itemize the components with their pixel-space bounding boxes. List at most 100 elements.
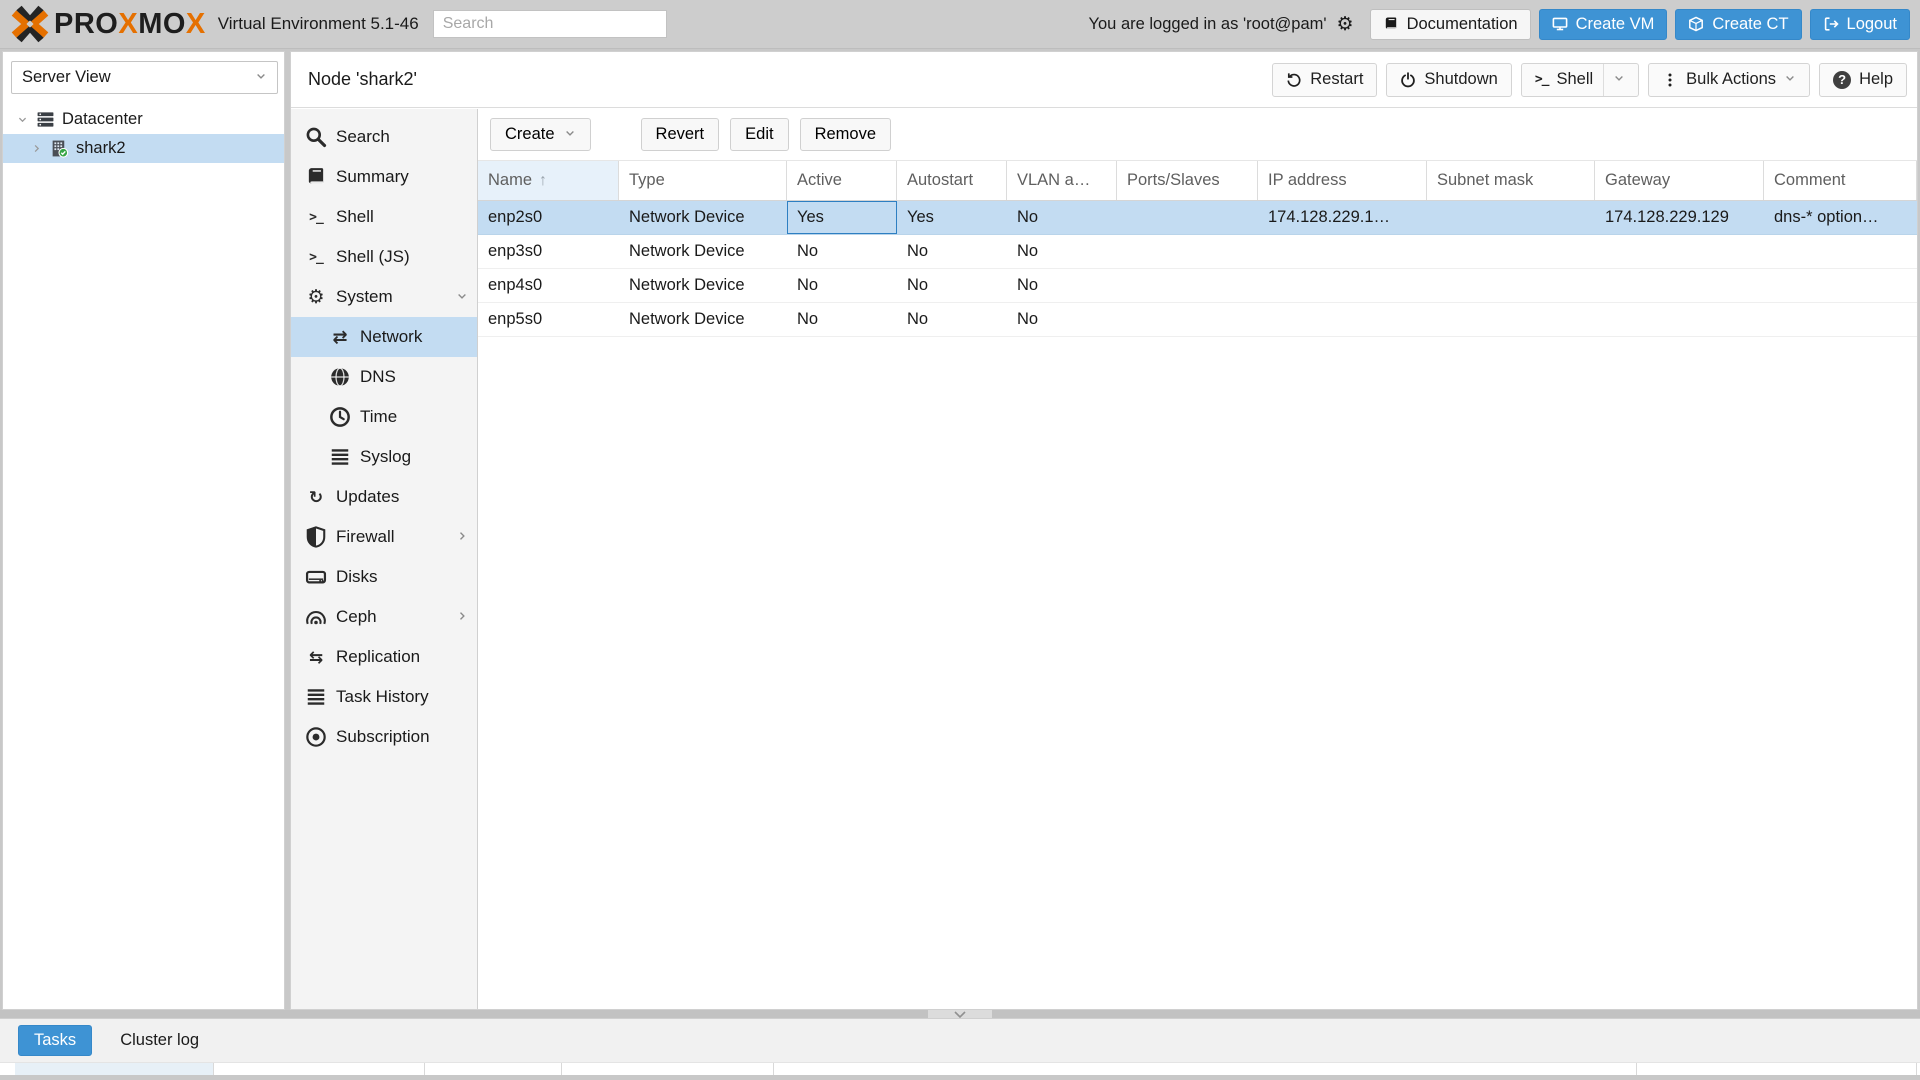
log-panel-collapse-handle[interactable] <box>928 1010 992 1018</box>
cell-enp2s0-type[interactable]: Network Device <box>619 201 787 234</box>
column-header-name[interactable]: Name ↑ <box>478 161 619 200</box>
cell-enp5s0-autostart[interactable]: No <box>897 303 1007 336</box>
documentation-label: Documentation <box>1406 14 1518 33</box>
cell-enp3s0-autostart[interactable]: No <box>897 235 1007 268</box>
create-ct-button[interactable]: Create CT <box>1675 8 1802 40</box>
cell-enp5s0-ip[interactable] <box>1258 303 1427 336</box>
cell-enp5s0-gateway[interactable] <box>1595 303 1764 336</box>
cell-enp2s0-vlan[interactable]: No <box>1007 201 1117 234</box>
column-header-comment[interactable]: Comment <box>1764 161 1917 200</box>
menu-item-disks[interactable]: Disks <box>291 557 477 597</box>
menu-item-task-history[interactable]: Task History <box>291 677 477 717</box>
menu-item-network[interactable]: ⇄ Network <box>291 317 477 357</box>
cell-enp2s0-name[interactable]: enp2s0 <box>478 201 619 234</box>
cell-enp3s0-vlan[interactable]: No <box>1007 235 1117 268</box>
cell-enp2s0-ip[interactable]: 174.128.229.1… <box>1258 201 1427 234</box>
cell-enp4s0-vlan[interactable]: No <box>1007 269 1117 302</box>
cell-enp5s0-active[interactable]: No <box>787 303 897 336</box>
logout-button[interactable]: Logout <box>1809 8 1910 40</box>
tasks-strip-cell <box>425 1063 562 1075</box>
settings-gear-icon[interactable]: ⚙ <box>1337 15 1354 34</box>
node-icon <box>50 139 69 158</box>
cell-enp5s0-type[interactable]: Network Device <box>619 303 787 336</box>
cell-enp3s0-name[interactable]: enp3s0 <box>478 235 619 268</box>
cell-enp3s0-ports[interactable] <box>1117 235 1258 268</box>
menu-item-system[interactable]: ⚙ System <box>291 277 477 317</box>
cell-enp4s0-name[interactable]: enp4s0 <box>478 269 619 302</box>
bulk-actions-button[interactable]: Bulk Actions <box>1648 62 1811 97</box>
create-vm-button[interactable]: Create VM <box>1538 8 1668 40</box>
cell-enp5s0-subnet[interactable] <box>1427 303 1595 336</box>
menu-item-subscription[interactable]: Subscription <box>291 717 477 757</box>
column-header-ip[interactable]: IP address <box>1258 161 1427 200</box>
edit-button[interactable]: Edit <box>730 118 789 151</box>
column-header-subnet[interactable]: Subnet mask <box>1427 161 1595 200</box>
help-button[interactable]: ? Help <box>1819 62 1907 97</box>
menu-item-shell-js[interactable]: >_ Shell (JS) <box>291 237 477 277</box>
column-header-autostart[interactable]: Autostart <box>897 161 1007 200</box>
cell-enp5s0-ports[interactable] <box>1117 303 1258 336</box>
chevron-right-icon[interactable] <box>29 143 43 154</box>
cell-enp2s0-autostart[interactable]: Yes <box>897 201 1007 234</box>
cell-enp3s0-gateway[interactable] <box>1595 235 1764 268</box>
create-button[interactable]: Create <box>490 118 591 151</box>
menu-item-ceph[interactable]: Ceph <box>291 597 477 637</box>
table-row-enp4s0[interactable]: enp4s0 Network Device No No No <box>478 269 1917 303</box>
tree-item-shark2[interactable]: shark2 <box>3 134 284 163</box>
header-search-input[interactable] <box>432 10 667 38</box>
column-header-gateway[interactable]: Gateway <box>1595 161 1764 200</box>
column-header-vlan[interactable]: VLAN a… <box>1007 161 1117 200</box>
menu-item-shell[interactable]: >_ Shell <box>291 197 477 237</box>
cell-enp5s0-name[interactable]: enp5s0 <box>478 303 619 336</box>
cell-enp4s0-subnet[interactable] <box>1427 269 1595 302</box>
cell-enp2s0-active[interactable]: Yes <box>787 201 897 234</box>
cell-enp3s0-subnet[interactable] <box>1427 235 1595 268</box>
cell-enp3s0-active[interactable]: No <box>787 235 897 268</box>
chevron-down-icon[interactable] <box>1613 70 1625 89</box>
shell-button[interactable]: >_ Shell <box>1520 62 1640 97</box>
column-header-ports[interactable]: Ports/Slaves <box>1117 161 1258 200</box>
table-row-enp3s0[interactable]: enp3s0 Network Device No No No <box>478 235 1917 269</box>
cell-enp2s0-subnet[interactable] <box>1427 201 1595 234</box>
menu-item-firewall[interactable]: Firewall <box>291 517 477 557</box>
menu-item-search[interactable]: Search <box>291 117 477 157</box>
cell-enp4s0-comment[interactable] <box>1764 269 1917 302</box>
cell-enp4s0-ip[interactable] <box>1258 269 1427 302</box>
remove-button[interactable]: Remove <box>799 118 892 151</box>
cell-enp2s0-gateway[interactable]: 174.128.229.129 <box>1595 201 1764 234</box>
menu-item-dns[interactable]: DNS <box>291 357 477 397</box>
tree-item-datacenter[interactable]: Datacenter <box>3 105 284 134</box>
menu-item-updates[interactable]: ↻ Updates <box>291 477 477 517</box>
menu-item-summary[interactable]: Summary <box>291 157 477 197</box>
table-row-enp5s0[interactable]: enp5s0 Network Device No No No <box>478 303 1917 337</box>
restart-button[interactable]: Restart <box>1272 62 1378 97</box>
menu-item-syslog[interactable]: Syslog <box>291 437 477 477</box>
cell-enp4s0-type[interactable]: Network Device <box>619 269 787 302</box>
cell-enp3s0-type[interactable]: Network Device <box>619 235 787 268</box>
list-icon <box>329 446 351 468</box>
cell-enp5s0-comment[interactable] <box>1764 303 1917 336</box>
cell-enp3s0-ip[interactable] <box>1258 235 1427 268</box>
cell-enp4s0-active[interactable]: No <box>787 269 897 302</box>
table-row-enp2s0[interactable]: enp2s0 Network Device Yes Yes No 174.128.229.… <box>478 201 1917 235</box>
column-header-active[interactable]: Active <box>787 161 897 200</box>
column-header-type[interactable]: Type <box>619 161 787 200</box>
cell-enp3s0-comment[interactable] <box>1764 235 1917 268</box>
node-header: Node 'shark2' Restart Shutdown >_ Shell … <box>291 52 1917 108</box>
menu-item-replication[interactable]: ⇆ Replication <box>291 637 477 677</box>
cell-enp2s0-comment[interactable]: dns-* option… <box>1764 201 1917 234</box>
menu-item-time[interactable]: Time <box>291 397 477 437</box>
cell-enp2s0-ports[interactable] <box>1117 201 1258 234</box>
cluster-log-tab[interactable]: Cluster log <box>120 1031 199 1050</box>
cell-enp4s0-gateway[interactable] <box>1595 269 1764 302</box>
tasks-strip-cell <box>1637 1063 1917 1075</box>
cell-enp4s0-ports[interactable] <box>1117 269 1258 302</box>
cell-enp5s0-vlan[interactable]: No <box>1007 303 1117 336</box>
documentation-button[interactable]: Documentation <box>1369 8 1531 40</box>
tasks-tab-button[interactable]: Tasks <box>18 1025 93 1056</box>
chevron-down-icon[interactable] <box>15 114 29 125</box>
revert-button[interactable]: Revert <box>640 118 720 151</box>
view-selector-combo[interactable]: Server View <box>11 61 278 94</box>
shutdown-button[interactable]: Shutdown <box>1386 62 1512 97</box>
cell-enp4s0-autostart[interactable]: No <box>897 269 1007 302</box>
